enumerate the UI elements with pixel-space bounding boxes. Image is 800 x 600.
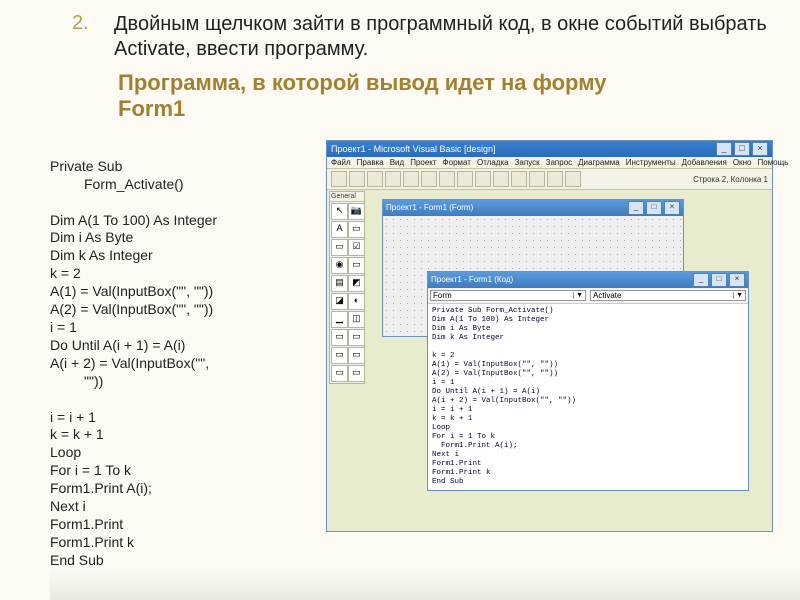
code-line: k = k + 1: [50, 426, 104, 442]
tool-icon[interactable]: ☑: [348, 239, 365, 256]
code-window-title: Проект1 - Form1 (Код): [431, 275, 513, 284]
menu-item[interactable]: Окно: [733, 158, 752, 167]
tool-icon[interactable]: ▭: [348, 257, 365, 274]
code-line: End Sub: [50, 552, 104, 568]
tool-icon[interactable]: ◪: [331, 293, 348, 310]
vb-window-title: Проект1 - Microsoft Visual Basic [design…: [331, 144, 496, 154]
tool-icon[interactable]: ◉: [331, 257, 348, 274]
code-line: Dim k As Integer: [50, 247, 153, 263]
code-editor[interactable]: Private Sub Form_Activate() Dim A(1 To 1…: [428, 304, 748, 490]
program-title-line1: Программа, в которой вывод идет на форму: [118, 70, 606, 95]
toolbar-button[interactable]: [367, 171, 383, 187]
maximize-icon[interactable]: □: [734, 142, 750, 156]
status-position: Строка 2, Колонка 1: [693, 175, 768, 184]
menu-item[interactable]: Отладка: [477, 158, 509, 167]
tool-icon[interactable]: ▁: [331, 311, 348, 328]
list-number: 2.: [72, 12, 96, 35]
menu-item[interactable]: Запрос: [546, 158, 573, 167]
tool-icon[interactable]: ▤: [331, 275, 348, 292]
menu-item[interactable]: Диаграмма: [578, 158, 620, 167]
code-line: Form_Activate(): [50, 176, 310, 194]
close-icon[interactable]: ×: [664, 201, 680, 215]
toolbar-button[interactable]: [529, 171, 545, 187]
tool-icon[interactable]: ◩: [348, 275, 365, 292]
tool-icon[interactable]: ▭: [331, 365, 348, 382]
maximize-icon[interactable]: □: [646, 201, 662, 215]
code-line: Dim i As Byte: [50, 229, 133, 245]
code-line: Private Sub: [50, 158, 122, 174]
code-listing: Private Sub Form_Activate() Dim A(1 To 1…: [50, 140, 310, 570]
vb-ide-screenshot: Проект1 - Microsoft Visual Basic [design…: [326, 140, 773, 532]
program-title: Программа, в которой вывод идет на форму…: [0, 62, 780, 122]
tool-icon[interactable]: ▭: [331, 329, 348, 346]
toolbar-button[interactable]: [457, 171, 473, 187]
tool-icon[interactable]: 📷: [348, 203, 365, 220]
toolbox-title: General: [330, 192, 364, 202]
code-line: "")): [50, 373, 310, 391]
event-dropdown[interactable]: Activate ▼: [590, 290, 746, 301]
tool-icon[interactable]: ◫: [348, 311, 365, 328]
tool-icon[interactable]: ▭: [331, 239, 348, 256]
tool-icon[interactable]: ▭: [348, 329, 365, 346]
menu-item[interactable]: Добавления: [682, 158, 727, 167]
maximize-icon[interactable]: □: [711, 273, 727, 287]
code-line: For i = 1 To k: [50, 462, 131, 478]
tool-icon[interactable]: ↖: [331, 203, 348, 220]
toolbox-panel: General ↖ 📷 A ▭ ▭ ☑ ◉ ▭ ▤ ◩ ◪ ◐: [329, 191, 365, 384]
code-line: i = 1: [50, 319, 77, 335]
toolbar-button[interactable]: [493, 171, 509, 187]
toolbar-button[interactable]: [511, 171, 527, 187]
code-line: Do Until A(i + 1) = A(i): [50, 337, 185, 353]
toolbar-button[interactable]: [439, 171, 455, 187]
minimize-icon[interactable]: _: [628, 201, 644, 215]
close-icon[interactable]: ×: [752, 142, 768, 156]
menu-item[interactable]: Файл: [331, 158, 351, 167]
menu-item[interactable]: Проект: [410, 158, 436, 167]
program-title-line2: Form1: [118, 96, 185, 121]
code-line: Dim A(1 To 100) As Integer: [50, 212, 217, 228]
code-line: A(1) = Val(InputBox("", "")): [50, 283, 213, 299]
toolbar-button[interactable]: [475, 171, 491, 187]
vb-menu-bar[interactable]: Файл Правка Вид Проект Формат Отладка За…: [327, 157, 772, 169]
toolbar-button[interactable]: [331, 171, 347, 187]
toolbar-button[interactable]: [349, 171, 365, 187]
chevron-down-icon: ▼: [573, 292, 583, 299]
code-line: A(2) = Val(InputBox("", "")): [50, 301, 213, 317]
menu-item[interactable]: Запуск: [515, 158, 540, 167]
code-line: A(i + 2) = Val(InputBox("",: [50, 355, 209, 371]
toolbar-button[interactable]: [403, 171, 419, 187]
tool-icon[interactable]: ▭: [331, 347, 348, 364]
event-dropdown-value: Activate: [593, 291, 621, 300]
code-line: Form1.Print A(i);: [50, 480, 152, 496]
code-line: Next i: [50, 498, 86, 514]
code-line: Loop: [50, 444, 81, 460]
object-dropdown-value: Form: [433, 291, 452, 300]
toolbar-button[interactable]: [421, 171, 437, 187]
tool-icon[interactable]: ▭: [348, 365, 365, 382]
minimize-icon[interactable]: _: [693, 273, 709, 287]
chevron-down-icon: ▼: [733, 292, 743, 299]
object-dropdown[interactable]: Form ▼: [430, 290, 586, 301]
task-text: Двойным щелчком зайти в программный код,…: [114, 12, 780, 62]
close-icon[interactable]: ×: [729, 273, 745, 287]
toolbar-button[interactable]: [565, 171, 581, 187]
footer-shadow: [50, 568, 800, 600]
code-line: Form1.Print: [50, 516, 123, 532]
menu-item[interactable]: Инструменты: [626, 158, 676, 167]
toolbar-button[interactable]: [547, 171, 563, 187]
menu-item[interactable]: Правка: [357, 158, 384, 167]
toolbar-button[interactable]: [385, 171, 401, 187]
code-line: i = i + 1: [50, 409, 96, 425]
menu-item[interactable]: Помощь: [757, 158, 788, 167]
code-line: Form1.Print k: [50, 534, 134, 550]
form-window-title: Проект1 - Form1 (Form): [386, 203, 473, 212]
code-line: k = 2: [50, 265, 81, 281]
tool-icon[interactable]: ▭: [348, 347, 365, 364]
tool-icon[interactable]: A: [331, 221, 348, 238]
minimize-icon[interactable]: _: [716, 142, 732, 156]
menu-item[interactable]: Формат: [443, 158, 471, 167]
tool-icon[interactable]: ◐: [348, 293, 365, 310]
tool-icon[interactable]: ▭: [348, 221, 365, 238]
menu-item[interactable]: Вид: [390, 158, 404, 167]
